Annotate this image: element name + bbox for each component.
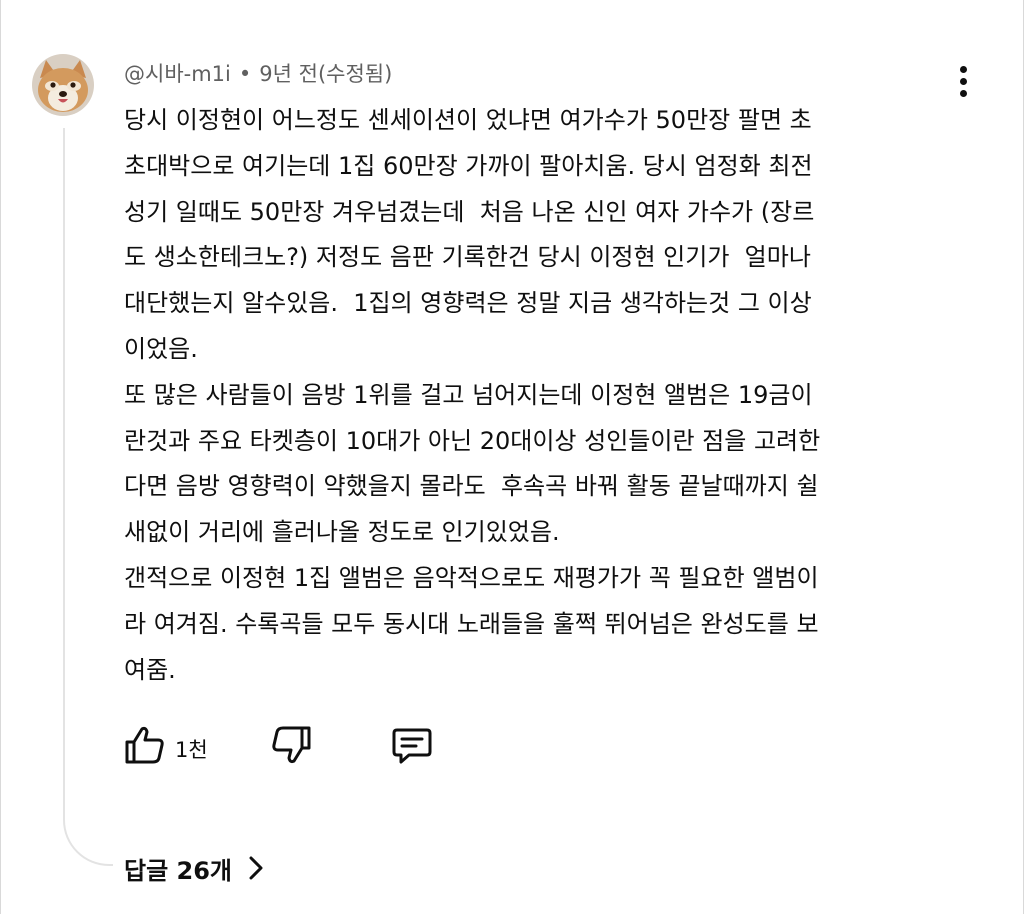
thumbs-up-icon [125,726,164,764]
comment-line: 다면 음방 영향력이 약했을지 몰라도 후속곡 바꿔 활동 끝날때까지 쉴 [124,472,819,501]
view-replies-button[interactable]: 답글 26개 [124,848,264,888]
thumbs-down-icon [272,726,311,764]
comment-timestamp[interactable]: 9년 전(수정됨) [259,62,392,86]
thread-line [63,128,113,866]
like-button[interactable] [123,722,169,768]
comment-line: 갠적으로 이정현 1집 앨범은 음악적으로도 재평가가 꼭 필요한 앨범이 [124,563,819,592]
meta-separator: • [238,62,252,86]
comment-line: 도 생소한테크노?) 저정도 음판 기록한건 당시 이정현 인기가 얼마나 [124,243,811,272]
shiba-dog-avatar-icon [32,54,94,116]
comment-line: 성기 일때도 50만장 겨우넘겼는데 처음 나온 신인 여자 가수가 (장르 [124,197,815,226]
author-name[interactable]: @시바-m1i [124,62,231,86]
comment-icon [392,728,432,764]
comment-line: 또 많은 사람들이 음방 1위를 걸고 넘어지는데 이정현 앨범은 19금이 [124,380,813,409]
reply-button[interactable] [389,722,435,768]
comment-line: 대단했는지 알수있음. 1집의 영향력은 정말 지금 생각하는것 그 이상 [124,289,812,318]
comment-line: 라 여겨짐. 수록곡들 모두 동시대 노래들을 훌쩍 뛰어넘은 완성도를 보 [124,609,819,638]
comment-line: 란것과 주요 타켓층이 10대가 아닌 20대이상 성인들이란 점을 고려한 [124,426,821,455]
more-vertical-icon [951,66,975,97]
dislike-button[interactable] [267,722,313,768]
chevron-right-icon [249,856,263,880]
avatar[interactable] [32,54,94,116]
comment-line: 여줌. [124,655,176,684]
comment-line: 초대박으로 여기는데 1집 60만장 가까이 팔아치움. 당시 엄정화 최전 [124,151,813,180]
comment-line: 이었음. [124,334,198,363]
like-count: 1천 [175,738,208,762]
comment-meta: @시바-m1i • 9년 전(수정됨) [124,58,392,88]
comment-text: 당시 이정현이 어느정도 센세이션이 었냐면 여가수가 50만장 팔면 초 초대… [124,98,984,693]
comment-line: 당시 이정현이 어느정도 센세이션이 었냐면 여가수가 50만장 팔면 초 [124,106,812,134]
comment-line: 새없이 거리에 흘러나올 정도로 인기있었음. [124,518,560,547]
replies-count-label: 답글 26개 [124,856,232,885]
